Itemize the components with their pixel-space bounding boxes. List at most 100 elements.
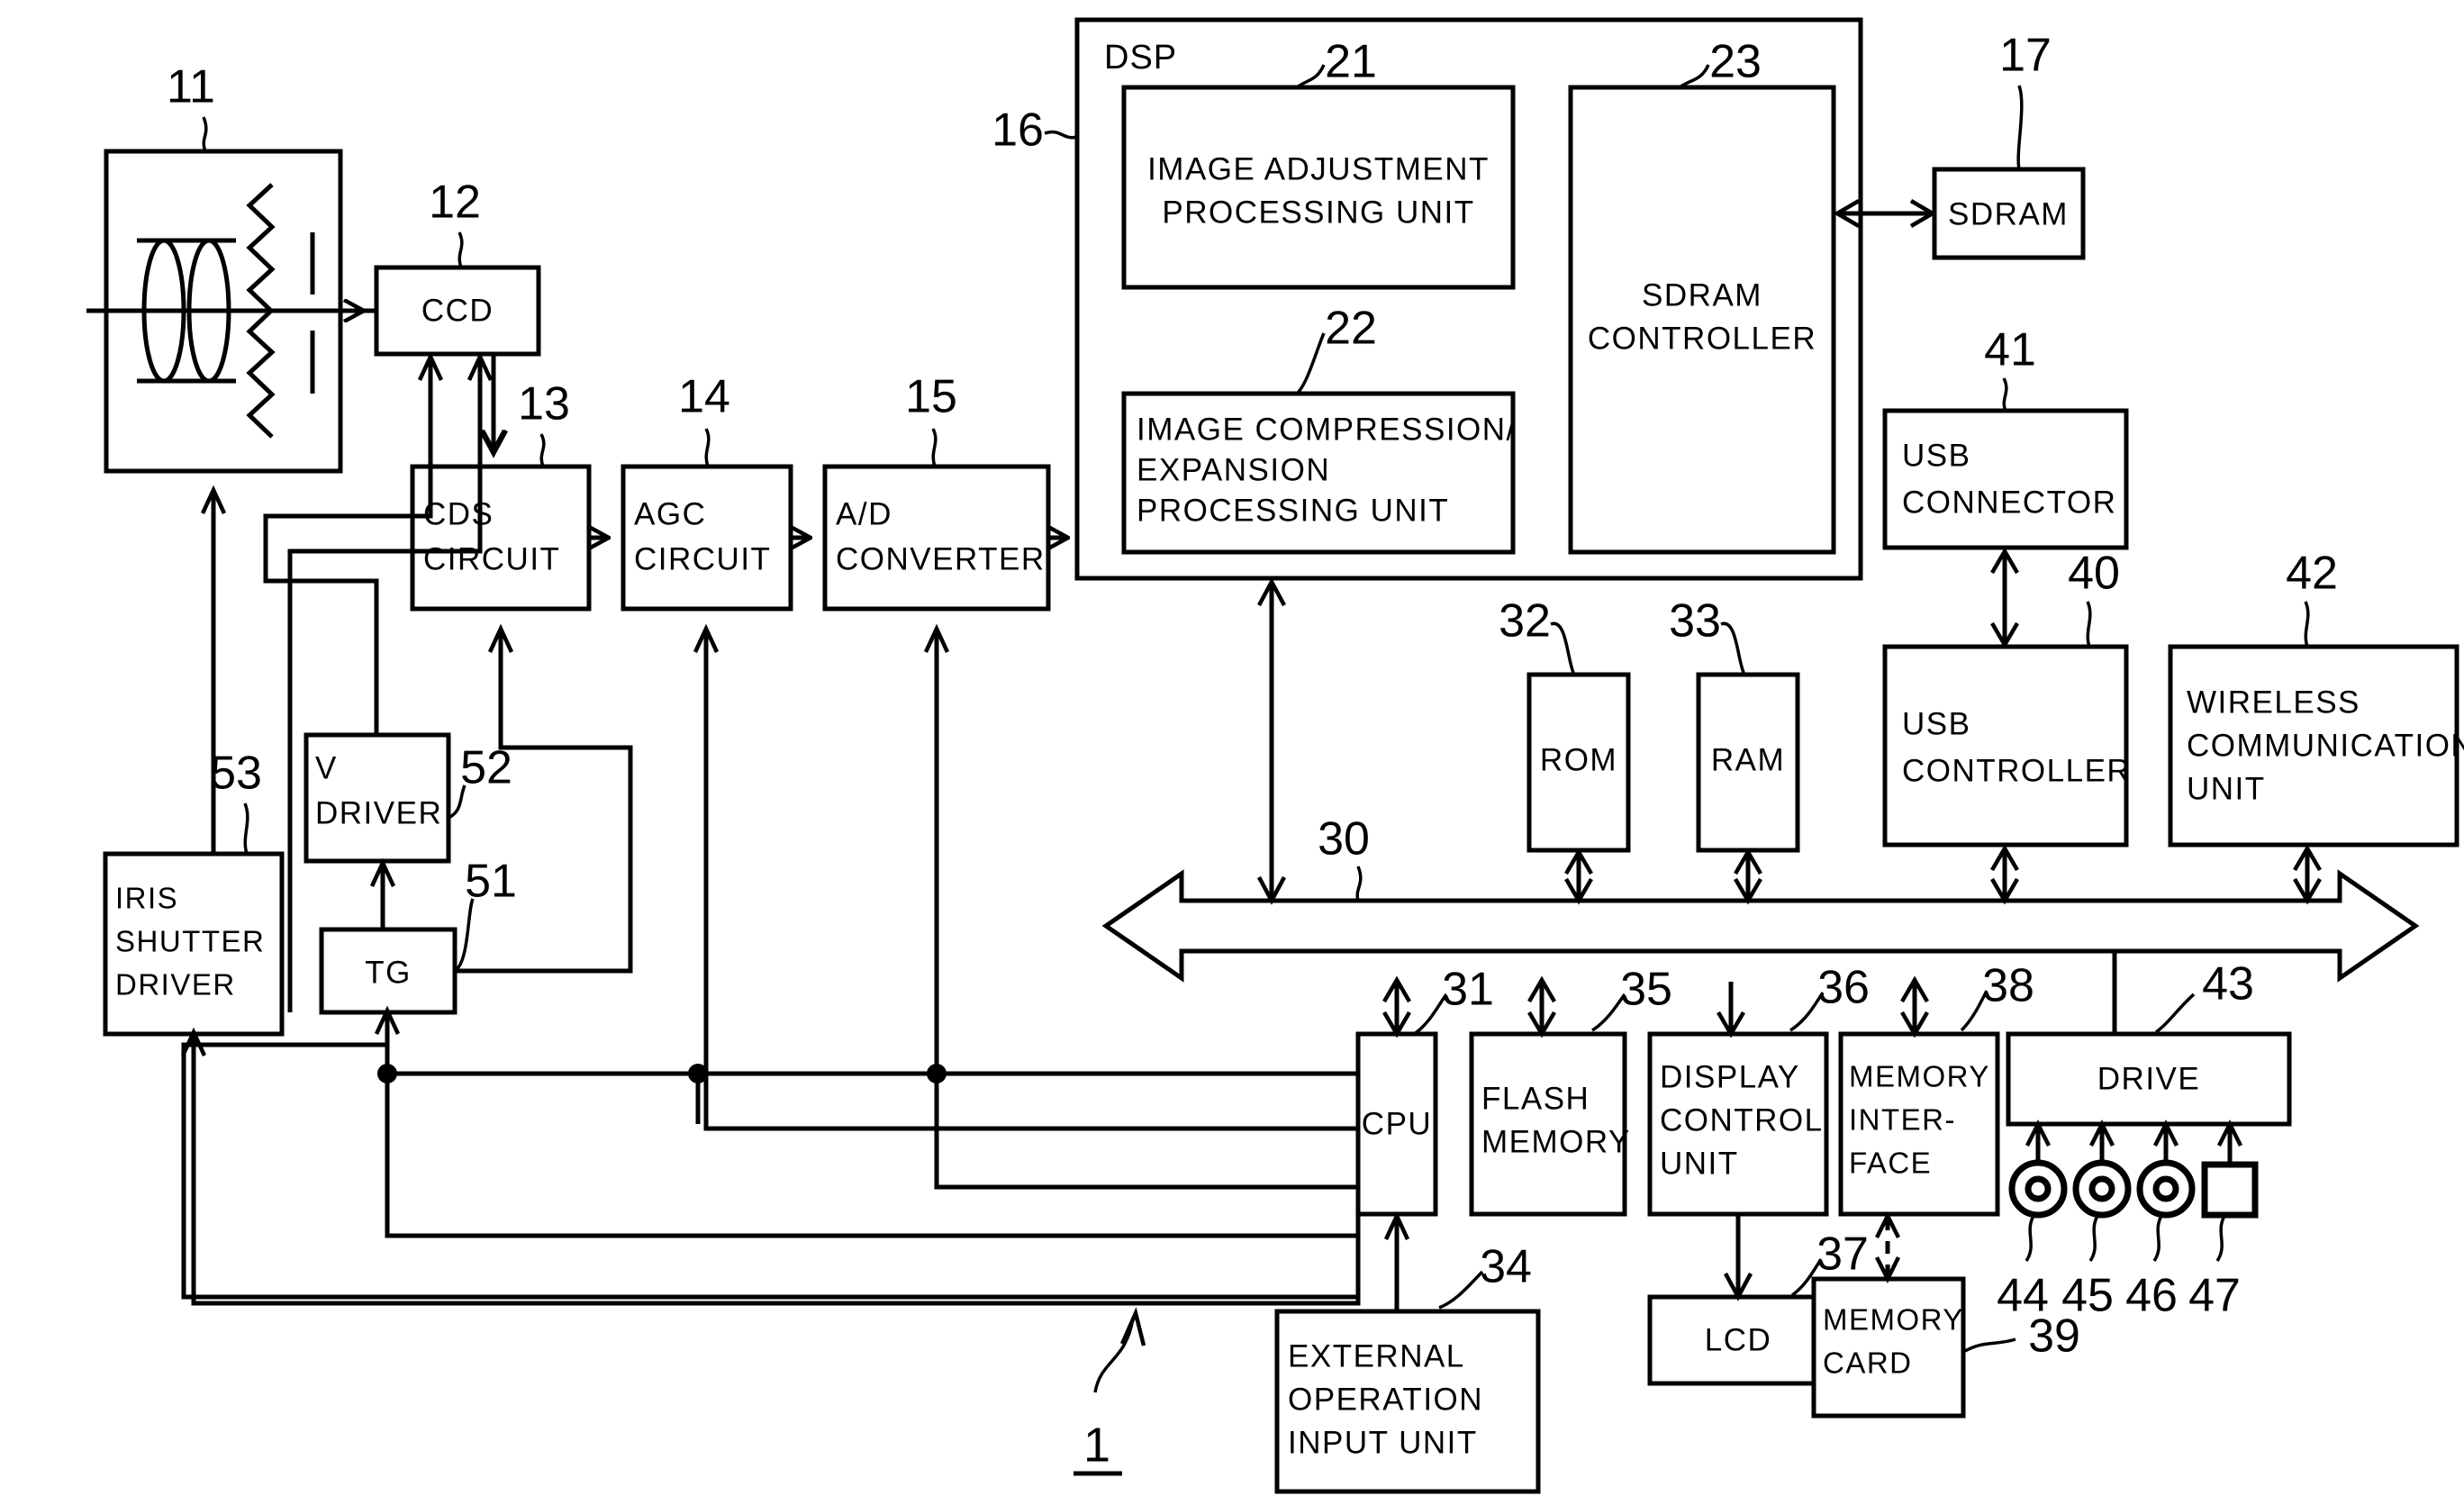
disc-46-hub-icon (2152, 1175, 2179, 1202)
flash-memory-block: FLASH MEMORY (1469, 1031, 1629, 1217)
dsp-label: DSP (1104, 39, 1177, 77)
figure-ref-1-label: 1 (1083, 1418, 1110, 1472)
usb-connector-label-line2: CONNECTOR (1902, 485, 2116, 520)
v-driver-label-line2: DRIVER (315, 795, 442, 830)
display-control-unit-label-line1: DISPLAY (1660, 1059, 1800, 1094)
agc-circuit-block: AGC CIRCUIT (621, 464, 793, 612)
ref-42-label: 42 (2286, 548, 2338, 600)
ref-47-label: 47 (2188, 1270, 2241, 1322)
disc-44-hub-icon (2025, 1175, 2052, 1202)
ref-21-label: 21 (1325, 36, 1377, 88)
memory-interface-label-line1: MEMORY (1849, 1060, 1990, 1093)
iris-shutter-driver-label-line2: SHUTTER (115, 925, 265, 958)
ref-30-label: 30 (1318, 813, 1370, 866)
sdram-controller-box (1568, 85, 1836, 555)
sdram-block: SDRAM (1932, 167, 2086, 260)
display-control-unit-label-line2: CONTROL (1660, 1102, 1824, 1138)
ref-43-label: 43 (2202, 958, 2254, 1011)
patent-figure-canvas: 11 CCD 12 CDS CIRCUIT 13 AGC CIRCUIT 14 … (0, 0, 2464, 1505)
ref-39-leader (1964, 1337, 2016, 1353)
ref-47-leader (2215, 1215, 2226, 1262)
external-operation-input-unit-label-line2: OPERATION (1288, 1382, 1483, 1417)
usb-connector-label-line1: USB (1902, 438, 1970, 473)
ref-15-leader (931, 428, 938, 467)
image-compression-unit-label-line2: EXPANSION (1137, 452, 1330, 487)
ref-45-leader (2088, 1215, 2099, 1262)
ref-37-label: 37 (1816, 1228, 1869, 1281)
ref-31-label: 31 (1442, 964, 1494, 1016)
ref-11-label: 11 (167, 61, 215, 113)
figure-ref-1-arrowhead (1119, 1307, 1146, 1346)
tg-label: TG (365, 955, 412, 990)
ccd-label: CCD (421, 293, 494, 328)
ref-34-leader (1438, 1270, 1484, 1310)
agc-circuit-label-line1: AGC (634, 496, 706, 531)
ref-16-label: 16 (992, 104, 1044, 157)
usb-controller-block: USB CONTROLLER (1882, 644, 2131, 848)
ref-41-leader (2002, 377, 2008, 412)
usb-controller-box (1882, 644, 2129, 848)
memory-card-label-line2: CARD (1823, 1346, 1913, 1380)
ad-converter-box (822, 464, 1051, 612)
ref-22-label: 22 (1325, 303, 1377, 355)
wireless-unit-label-line1: WIRELESS (2187, 685, 2360, 720)
external-operation-input-unit-label-line3: INPUT UNIT (1288, 1425, 1478, 1460)
ref-32-label: 32 (1499, 595, 1551, 648)
image-compression-unit-label-line1: IMAGE COMPRESSION/ (1137, 412, 1517, 447)
ref-32-leader (1550, 621, 1576, 675)
ad-converter-label-line1: A/D (836, 496, 892, 531)
ref-52-leader (448, 784, 467, 820)
ref-35-label: 35 (1620, 964, 1672, 1016)
wireless-unit-label-line2: COMMUNICATION (2187, 728, 2464, 763)
wireless-unit-label-line3: UNIT (2187, 771, 2266, 806)
image-compression-unit-block: IMAGE COMPRESSION/ EXPANSION PROCESSING … (1121, 391, 1517, 555)
ram-label: RAM (1711, 742, 1785, 777)
sdram-controller-label-line2: CONTROLLER (1588, 321, 1816, 356)
memory-interface-label-line3: FACE (1849, 1147, 1932, 1180)
iris-shutter-driver-block: IRIS SHUTTER DRIVER (103, 851, 285, 1037)
ref-45-label: 45 (2061, 1270, 2114, 1322)
junction-dot-1 (688, 1064, 708, 1083)
ref-33-label: 33 (1669, 595, 1721, 648)
removable-media-47 (2201, 1161, 2259, 1219)
lcd-label: LCD (1705, 1322, 1772, 1357)
wire-tg-feed (385, 1012, 991, 1238)
memory-47-icon (2201, 1161, 2259, 1219)
ref-14-leader (704, 428, 711, 467)
ref-12-leader (457, 231, 464, 268)
usb-controller-label-line2: CONTROLLER (1902, 753, 2131, 788)
image-adjustment-unit-block: IMAGE ADJUSTMENT PROCESSING UNIT (1121, 85, 1516, 290)
iris-shutter-driver-label-line1: IRIS (115, 882, 178, 915)
memory-card-block: MEMORY CARD (1811, 1276, 1966, 1419)
ref-13-label: 13 (518, 378, 570, 431)
cds-circuit-box (410, 464, 592, 612)
cds-circuit-block: CDS CIRCUIT (410, 464, 592, 612)
ref-46-label: 46 (2125, 1270, 2178, 1322)
ram-block: RAM (1696, 672, 1800, 853)
ref-30-leader (1355, 866, 1363, 902)
removable-media-45 (2072, 1159, 2132, 1219)
ref-53-label: 53 (210, 748, 262, 800)
rom-block: ROM (1526, 672, 1631, 853)
lcd-block: LCD (1647, 1294, 1829, 1386)
ref-17-leader (2016, 85, 2024, 170)
ref-36-label: 36 (1817, 962, 1870, 1014)
image-adjustment-unit-box (1121, 85, 1516, 290)
cds-circuit-label-line1: CDS (423, 496, 494, 531)
cpu-label: CPU (1362, 1106, 1432, 1141)
ref-23-label: 23 (1709, 36, 1762, 88)
ref-13-leader (539, 433, 546, 467)
ad-converter-block: A/D CONVERTER (822, 464, 1051, 612)
wire-cpu-left-top (695, 1071, 1358, 1124)
removable-media-44 (2008, 1159, 2068, 1219)
usb-connector-block: USB CONNECTOR (1882, 408, 2129, 550)
junction-dot-2 (927, 1064, 947, 1083)
wire-irisdrv-to-cpu (711, 1187, 1361, 1306)
usb-connector-box (1882, 408, 2129, 550)
image-adjustment-unit-label-line2: PROCESSING UNIT (1162, 195, 1474, 230)
image-compression-unit-label-line3: PROCESSING UNIT (1137, 493, 1449, 528)
ad-converter-label-line2: CONVERTER (836, 541, 1046, 576)
image-adjustment-unit-label-line1: IMAGE ADJUSTMENT (1147, 151, 1490, 186)
ref-14-label: 14 (678, 371, 730, 423)
removable-media-46 (2136, 1159, 2196, 1219)
